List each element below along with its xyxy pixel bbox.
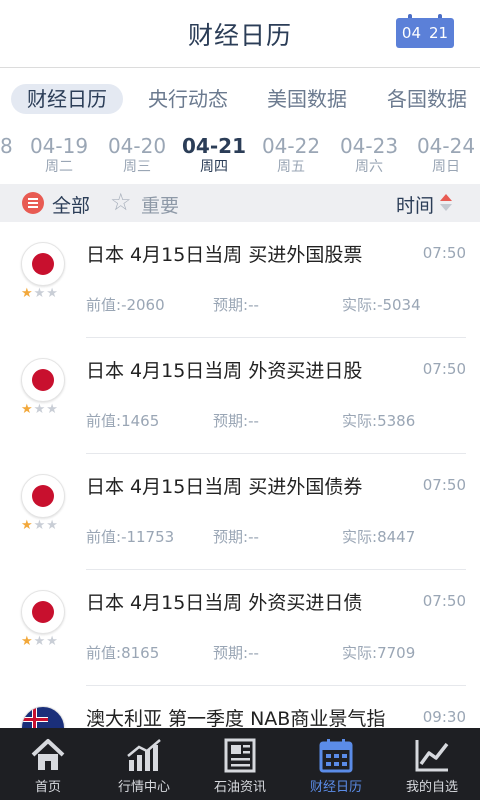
date-label: 04-19 xyxy=(29,134,89,158)
weekday-label: 周日 xyxy=(432,159,460,175)
home-icon xyxy=(31,739,65,770)
date-label: 04-23 xyxy=(339,134,399,158)
actual-value: 5386 xyxy=(377,412,416,430)
forecast-value: -- xyxy=(248,644,259,662)
date-item[interactable]: 04-23 周六 xyxy=(334,134,404,176)
weekday-label: 周三 xyxy=(123,159,151,175)
event-row[interactable]: ★★★ 日本 4月15日当周 外资买进日债 07:50 前值:8165 预期:-… xyxy=(0,570,480,686)
date-label: 04-21 xyxy=(182,134,246,158)
event-name: 日本 4月15日当周 买进外国股票 xyxy=(86,244,363,266)
prev-value: -11753 xyxy=(121,528,175,546)
actual-value: 7709 xyxy=(377,644,416,662)
japan-flag-icon xyxy=(21,590,65,634)
date-item-selected[interactable]: 04-21 周四 xyxy=(179,134,249,176)
forecast-value: -- xyxy=(248,296,259,314)
event-list: ★★★ 日本 4月15日当周 买进外国股票 07:50 前值:-2060 预期:… xyxy=(0,222,480,728)
calendar-month: 04 xyxy=(401,24,421,42)
prev-value: -2060 xyxy=(121,296,165,314)
tab-label: 我的自选 xyxy=(405,780,458,795)
sort-arrows-icon[interactable] xyxy=(440,194,452,212)
tab-label: 首页 xyxy=(34,780,61,795)
event-row[interactable]: ★★★ 日本 4月15日当周 买进外国股票 07:50 前值:-2060 预期:… xyxy=(0,222,480,338)
event-row[interactable]: ★★★ 日本 4月15日当周 外资买进日股 07:50 前值:1465 预期:-… xyxy=(0,338,480,454)
filter-important[interactable]: 重要 xyxy=(141,191,179,218)
importance-stars: ★★★ xyxy=(21,518,59,533)
trend-line-icon xyxy=(415,740,449,772)
prev-value: 1465 xyxy=(121,412,160,430)
sort-by-time[interactable]: 时间 xyxy=(396,191,434,218)
event-time: 07:50 xyxy=(422,360,466,378)
event-name: 澳大利亚 第一季度 NAB商业景气指 xyxy=(86,708,386,728)
date-label: 04-24 xyxy=(416,134,476,158)
calendar-day: 21 xyxy=(429,24,449,42)
event-row[interactable]: 澳大利亚 第一季度 NAB商业景气指 09:30 xyxy=(0,686,480,728)
importance-stars: ★★★ xyxy=(21,634,59,649)
prev-value: 8165 xyxy=(121,644,160,662)
event-name: 日本 4月15日当周 外资买进日股 xyxy=(86,360,363,382)
actual-value: -5034 xyxy=(377,296,421,314)
japan-flag-icon xyxy=(21,474,65,518)
event-name: 日本 4月15日当周 外资买进日债 xyxy=(86,592,363,614)
event-time: 09:30 xyxy=(422,708,466,726)
tab-country-data[interactable]: 各国数据 xyxy=(387,84,467,114)
calendar-date-display: 04 21 xyxy=(396,18,454,48)
header: 财经日历 04 21 xyxy=(0,0,480,68)
newspaper-icon xyxy=(224,738,256,773)
actual-value: 8447 xyxy=(377,528,416,546)
tab-calendar-bottom[interactable]: 财经日历 xyxy=(288,728,384,800)
tab-home[interactable]: 首页 xyxy=(0,728,96,800)
tab-central-bank[interactable]: 央行动态 xyxy=(148,84,228,114)
tab-label: 行情中心 xyxy=(117,780,170,795)
japan-flag-icon xyxy=(21,358,65,402)
date-item[interactable]: 04-20 周三 xyxy=(102,134,172,176)
tab-watchlist[interactable]: 我的自选 xyxy=(384,728,480,800)
tab-label: 石油资讯 xyxy=(213,780,266,795)
forecast-value: -- xyxy=(248,412,259,430)
date-label: 04-22 xyxy=(261,134,321,158)
weekday-label: 周四 xyxy=(200,159,228,175)
tab-label: 财经日历 xyxy=(309,780,362,795)
weekday-label: 周六 xyxy=(355,159,383,175)
tab-market[interactable]: 行情中心 xyxy=(96,728,192,800)
star-outline-icon[interactable]: ☆ xyxy=(110,188,132,216)
bottom-tab-bar: 首页 行情中心 石油资讯 财经日历 我的自选 xyxy=(0,728,480,800)
event-time: 07:50 xyxy=(422,592,466,610)
importance-stars: ★★★ xyxy=(21,286,59,301)
forecast-value: -- xyxy=(248,528,259,546)
australia-flag-icon xyxy=(21,706,65,728)
date-item[interactable]: 04-19 周二 xyxy=(24,134,94,176)
event-time: 07:50 xyxy=(422,244,466,262)
filter-bar: 全部 ☆ 重要 时间 xyxy=(0,184,480,222)
date-item[interactable]: 04-24 周日 xyxy=(411,134,480,176)
importance-stars: ★★★ xyxy=(21,402,59,417)
market-chart-icon xyxy=(127,739,161,771)
event-name: 日本 4月15日当周 买进外国债券 xyxy=(86,476,363,498)
tab-oil-news[interactable]: 石油资讯 xyxy=(192,728,288,800)
date-strip: 8 04-19 周二 04-20 周三 04-21 周四 04-22 周五 04… xyxy=(0,128,480,182)
category-tabs: 财经日历 央行动态 美国数据 各国数据 xyxy=(0,68,480,126)
date-label: 04-20 xyxy=(107,134,167,158)
weekday-label: 周二 xyxy=(45,159,73,175)
tab-us-data[interactable]: 美国数据 xyxy=(267,84,347,114)
list-icon[interactable] xyxy=(22,192,44,214)
date-item[interactable]: 04-22 周五 xyxy=(256,134,326,176)
calendar-date-button[interactable]: 04 21 xyxy=(396,14,454,50)
japan-flag-icon xyxy=(21,242,65,286)
filter-all[interactable]: 全部 xyxy=(52,191,90,218)
date-partial-prev[interactable]: 8 xyxy=(0,134,20,158)
event-time: 07:50 xyxy=(422,476,466,494)
weekday-label: 周五 xyxy=(277,159,305,175)
calendar-icon xyxy=(319,739,353,773)
event-row[interactable]: ★★★ 日本 4月15日当周 买进外国债券 07:50 前值:-11753 预期… xyxy=(0,454,480,570)
tab-calendar[interactable]: 财经日历 xyxy=(11,84,123,114)
